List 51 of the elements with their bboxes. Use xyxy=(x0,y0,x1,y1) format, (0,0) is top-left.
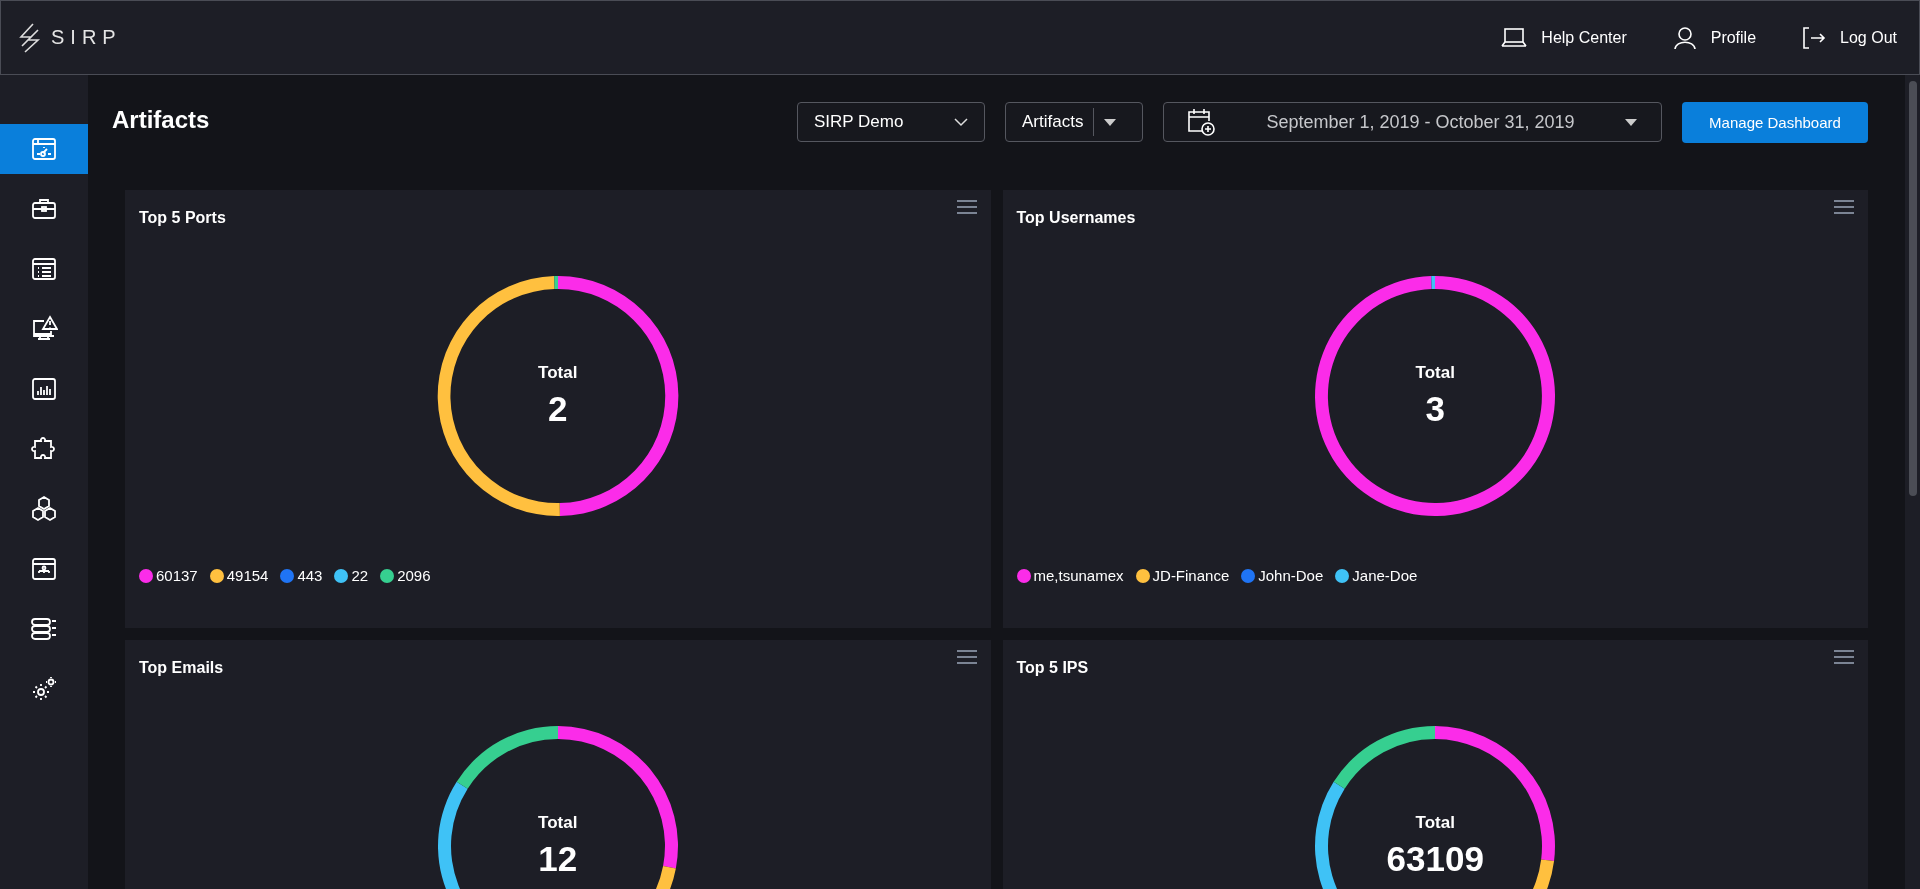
caret-down-icon xyxy=(1104,118,1117,126)
sitemap-icon xyxy=(30,555,58,583)
card-title: Top 5 IPS xyxy=(1016,659,1089,677)
legend-label: 49154 xyxy=(226,567,269,584)
menu-icon[interactable] xyxy=(956,200,977,214)
scrollbar[interactable] xyxy=(1905,75,1920,889)
header-link[interactable]: Profile xyxy=(1672,25,1757,50)
menu-icon[interactable] xyxy=(1834,650,1854,664)
card-title: Top 5 Ports xyxy=(139,209,226,227)
alert-icon xyxy=(30,315,58,343)
total-value: 3 xyxy=(1425,389,1445,429)
total-label: Total xyxy=(538,813,578,833)
total-label: Total xyxy=(1415,813,1455,833)
laptop-icon xyxy=(1501,26,1528,49)
menu-icon[interactable] xyxy=(956,650,977,664)
legend-label: me,tsunamex xyxy=(1033,567,1124,584)
header-link[interactable]: Log Out xyxy=(1802,25,1897,50)
cubes-icon xyxy=(30,495,58,523)
logo-text: SIRP xyxy=(51,26,122,49)
servers-icon xyxy=(30,615,58,643)
total-value: 63109 xyxy=(1386,839,1484,879)
legend-label: JD-Finance xyxy=(1152,567,1230,584)
calendar-plus-icon xyxy=(1186,107,1216,137)
logo-icon xyxy=(19,22,41,53)
page-title: Artifacts xyxy=(112,105,210,134)
logout-icon xyxy=(1802,25,1827,50)
person-icon xyxy=(1672,25,1697,50)
manage-dashboard-button[interactable]: Manage Dashboard xyxy=(1682,102,1868,143)
dashboard-icon xyxy=(30,135,58,163)
workspace-dropdown[interactable]: SIRP Demo xyxy=(797,102,985,142)
legend-label: Jane-Doe xyxy=(1352,567,1418,584)
gears-icon xyxy=(30,675,58,703)
bars-icon xyxy=(30,375,58,403)
total-label: Total xyxy=(538,363,578,383)
chevron-down-icon xyxy=(954,117,968,127)
legend-label: 443 xyxy=(297,567,323,584)
menu-icon[interactable] xyxy=(1834,200,1854,214)
legend-label: 2096 xyxy=(397,567,431,584)
legend-label: John-Doe xyxy=(1258,567,1324,584)
list-icon xyxy=(30,255,58,283)
header-link[interactable]: Help Center xyxy=(1501,25,1627,50)
view-dropdown[interactable]: Artifacts xyxy=(1005,102,1143,142)
legend-label: 60137 xyxy=(156,567,198,584)
date-range-picker[interactable]: September 1, 2019 - October 31, 2019 xyxy=(1163,102,1662,142)
card-title: Top Usernames xyxy=(1016,209,1136,227)
total-value: 2 xyxy=(548,389,568,429)
total-label: Total xyxy=(1415,363,1455,383)
legend-label: 22 xyxy=(351,567,369,584)
caret-down-icon xyxy=(1625,118,1637,126)
total-value: 12 xyxy=(538,839,578,879)
card-title: Top Emails xyxy=(139,659,224,677)
